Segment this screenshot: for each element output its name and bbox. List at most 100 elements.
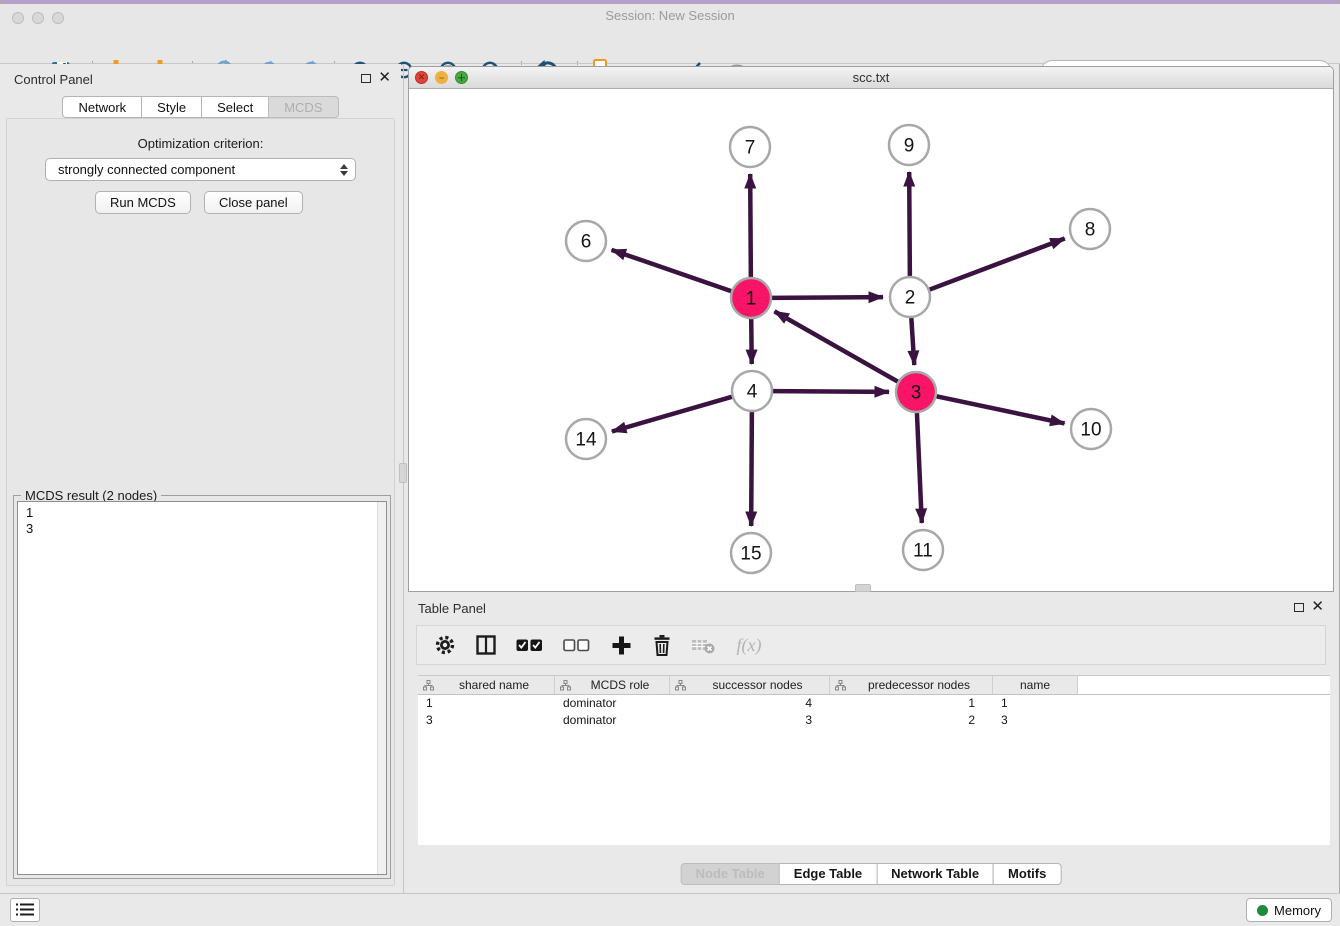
graph-edge-2-8[interactable] (930, 239, 1065, 290)
deselect-all-button[interactable] (562, 633, 592, 657)
network-minimize-button[interactable]: − (435, 71, 448, 84)
network-maximize-button[interactable]: ＋ (455, 71, 468, 84)
column-header-predecessor-nodes[interactable]: predecessor nodes (830, 676, 993, 694)
delete-column-icon (691, 635, 715, 655)
graph-node-label: 6 (581, 232, 592, 253)
horizontal-splitter-grip[interactable] (855, 584, 871, 592)
table-cell-predecessor-nodes[interactable]: 2 (830, 712, 993, 729)
table-cell-MCDS-role[interactable]: dominator (555, 695, 670, 712)
result-scrollbar[interactable] (377, 502, 386, 874)
table-header-row: shared nameMCDS role successor nodes prede… (418, 676, 1330, 695)
show-column-button[interactable] (474, 633, 498, 657)
graph-edge-1-7[interactable] (750, 174, 751, 277)
control-tab-select[interactable]: Select (201, 96, 269, 118)
control-panel-title: Control Panel (14, 72, 93, 87)
delete-row-button[interactable] (650, 633, 674, 657)
task-history-button[interactable] (10, 898, 40, 922)
table-cell-successor-nodes[interactable]: 4 (670, 695, 830, 712)
graph-edge-3-11[interactable] (917, 413, 922, 523)
table-tab-network-table[interactable]: Network Table (876, 863, 994, 885)
add-row-button[interactable] (609, 633, 633, 657)
graph-edge-4-15[interactable] (751, 412, 752, 526)
table-cell-MCDS-role[interactable]: dominator (555, 712, 670, 729)
table-cell-name[interactable]: 1 (993, 695, 1078, 712)
run-mcds-button[interactable]: Run MCDS (95, 191, 191, 214)
table-panel-close-icon[interactable]: ✕ (1311, 602, 1324, 612)
table-cell-shared-name[interactable]: 3 (418, 712, 555, 729)
control-tab-mcds[interactable]: MCDS (268, 96, 338, 118)
graph-edge-2-3[interactable] (911, 318, 914, 365)
control-panel-close-icon[interactable]: ✕ (378, 73, 391, 83)
table-cell-successor-nodes[interactable]: 3 (670, 712, 830, 729)
graph-edge-3-1[interactable] (774, 311, 897, 381)
table-tab-motifs[interactable]: Motifs (993, 863, 1061, 885)
mcds-result-line: 1 (18, 505, 386, 521)
column-header-shared-name[interactable]: shared name (418, 676, 555, 694)
select-stepper-icon (337, 164, 355, 176)
select-all-button[interactable] (515, 633, 545, 657)
graph-edge-4-14[interactable] (612, 397, 732, 432)
graph-node-label: 3 (911, 383, 922, 404)
control-panel-float-icon[interactable] (361, 74, 371, 83)
column-header-label: name (993, 678, 1077, 692)
main-toolbar (0, 28, 1340, 64)
vertical-splitter-grip[interactable] (399, 463, 407, 483)
graph-node-label: 4 (747, 382, 758, 403)
columns-icon (476, 635, 496, 655)
list-icon (16, 903, 34, 917)
select-all-icon (516, 638, 544, 652)
graph-edge-1-6[interactable] (612, 250, 732, 291)
table-panel-float-icon[interactable] (1294, 603, 1304, 612)
criterion-select[interactable]: strongly connected component (45, 158, 356, 181)
table-tabs: Node TableEdge TableNetwork TableMotifs (681, 863, 1062, 885)
column-tree-icon (560, 680, 571, 691)
column-header-label: successor nodes (686, 678, 829, 692)
deselect-all-icon (563, 638, 591, 652)
graph-node-label: 8 (1085, 220, 1096, 241)
column-header-label: predecessor nodes (846, 678, 992, 692)
graph-edge-2-9[interactable] (909, 172, 910, 276)
mcds-result-line: 3 (18, 521, 386, 537)
graph-edge-3-10[interactable] (937, 396, 1065, 423)
mcds-result-box: MCDS result (2 nodes) 13 (13, 495, 391, 879)
column-tree-icon (423, 680, 434, 691)
gear-icon (434, 634, 456, 656)
graph-node-label: 11 (913, 541, 933, 562)
column-header-successor-nodes[interactable]: successor nodes (670, 676, 830, 694)
column-tree-icon (675, 680, 686, 691)
control-tab-style[interactable]: Style (141, 96, 202, 118)
network-window-title: scc.txt (409, 67, 1333, 89)
trash-icon (652, 634, 672, 656)
graph-edge-1-2[interactable] (772, 297, 883, 298)
optimization-criterion-label: Optimization criterion: (7, 136, 394, 151)
plus-icon (611, 635, 632, 656)
column-settings-gear-button[interactable] (433, 633, 457, 657)
table-tab-edge-table[interactable]: Edge Table (779, 863, 877, 885)
graph-edge-4-3[interactable] (773, 391, 889, 392)
titlebar: Session: New Session (0, 4, 1340, 28)
table-cell-predecessor-nodes[interactable]: 1 (830, 695, 993, 712)
table-tab-node-table[interactable]: Node Table (681, 863, 780, 885)
column-header-name[interactable]: name (993, 676, 1078, 694)
table-row[interactable]: 1dominator411 (418, 695, 1330, 712)
network-canvas[interactable]: 7968124314101511 (409, 89, 1333, 591)
table-cell-shared-name[interactable]: 1 (418, 695, 555, 712)
application-window: Session: New Session (0, 0, 1340, 926)
memory-button[interactable]: Memory (1246, 898, 1332, 922)
graph-node-label: 15 (740, 544, 761, 565)
table-cell-name[interactable]: 3 (993, 712, 1078, 729)
network-graph: 7968124314101511 (409, 89, 1333, 591)
graph-node-label: 14 (575, 430, 597, 451)
network-close-button[interactable]: ✕ (415, 71, 428, 84)
window-title: Session: New Session (0, 8, 1340, 23)
close-panel-button[interactable]: Close panel (204, 191, 303, 214)
status-bar: Memory (0, 893, 1340, 926)
memory-label: Memory (1274, 903, 1321, 918)
control-panel: Control Panel ✕ NetworkStyleSelectMCDS O… (0, 64, 401, 893)
table-row[interactable]: 3dominator323 (418, 712, 1330, 729)
graph-node-label: 9 (904, 136, 915, 157)
delete-column-button-disabled (691, 633, 715, 657)
mcds-result-list[interactable]: 13 (17, 501, 387, 875)
control-tab-network[interactable]: Network (62, 96, 142, 118)
column-header-MCDS-role[interactable]: MCDS role (555, 676, 670, 694)
